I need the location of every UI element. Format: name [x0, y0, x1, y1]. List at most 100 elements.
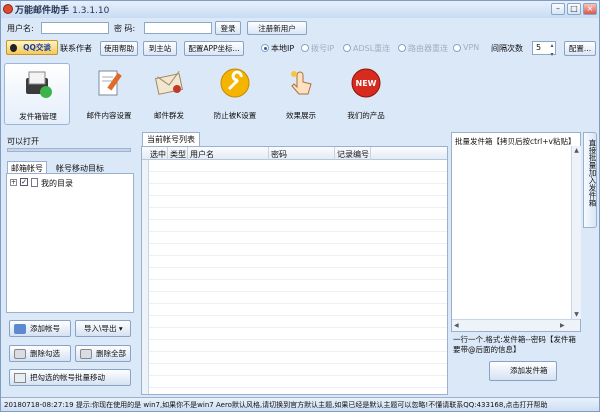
password-input[interactable] [144, 22, 212, 34]
radio-dialup-ip-label: 拨号IP [311, 44, 335, 53]
progress-bar [7, 148, 131, 152]
radio-local-ip-label: 本地IP [271, 44, 295, 53]
batch-move-button[interactable]: 把勾选的帐号批量移动 [9, 369, 131, 386]
move-icon [14, 373, 26, 383]
radio-router[interactable] [398, 44, 406, 52]
add-outbox-button[interactable]: 添加发件箱 [489, 361, 557, 381]
module-label: 我们的产品 [347, 111, 385, 120]
config-app-button[interactable]: 配置APP坐标... [184, 41, 244, 56]
spinner-arrows-icon[interactable]: ▴ ▾ [548, 41, 556, 59]
side-tab-direct-add[interactable]: 直接批量加入发件箱 [583, 132, 597, 228]
module-our-products[interactable]: NEW 我们的产品 [333, 63, 399, 125]
username-label: 用户名: [7, 24, 34, 33]
grid-rows-area [149, 160, 447, 394]
new-badge-icon: NEW [351, 68, 381, 98]
radio-vpn-label: VPN [463, 43, 480, 52]
mailbox-icon [26, 71, 52, 98]
outbox-format-hint: 一行一个.格式:发件箱--密码【发件箱要带@后面的信息】 [453, 335, 576, 354]
radio-local-ip[interactable] [261, 44, 269, 52]
main-window: 万能邮件助手 1.3.1.10 – □ × 用户名: 密 码: 登录 注册新用户… [0, 0, 600, 412]
batch-outbox-header: 批量发件箱【拷贝后按ctrl+v粘贴】 [455, 137, 576, 146]
window-title: 万能邮件助手 1.3.1.10 [15, 3, 109, 16]
eraser-icon [14, 349, 26, 359]
svg-text:NEW: NEW [356, 79, 377, 88]
module-mail-content[interactable]: 邮件内容设置 [76, 63, 142, 125]
tab-current-accounts[interactable]: 当前帐号列表 [142, 132, 200, 146]
pointer-hand-icon [291, 71, 312, 95]
help-button[interactable]: 使用帮助 [100, 41, 138, 56]
add-account-button[interactable]: 添加帐号 [9, 320, 71, 337]
delete-checked-button[interactable]: 删除勾选 [9, 345, 71, 362]
qq-chat-button[interactable]: QQ交谈 [6, 40, 58, 55]
login-button[interactable]: 登录 [215, 21, 241, 35]
module-mailbox-manage[interactable]: 发件箱管理 [4, 63, 70, 125]
radio-vpn[interactable] [453, 44, 461, 52]
vertical-scrollbar[interactable]: ▲ ▼ [571, 146, 581, 319]
eraser-icon [80, 349, 92, 359]
radio-adsl-label: ADSL重连 [353, 44, 391, 53]
radio-adsl[interactable] [343, 44, 351, 52]
app-name: 万能邮件助手 [15, 6, 70, 16]
app-version: 1.3.1.10 [72, 6, 110, 16]
expand-icon[interactable]: + [10, 179, 17, 186]
interval-label: 间隔次数 [491, 44, 523, 53]
column-divider [187, 147, 188, 160]
batch-outbox-panel: 批量发件箱【拷贝后按ctrl+v粘贴】 ▲ ▼ ◀ ▶ [451, 132, 581, 332]
batch-move-label: 把勾选的帐号批量移动 [30, 373, 105, 382]
can-open-label: 可以打开 [7, 137, 39, 146]
minimize-button[interactable]: – [551, 3, 565, 15]
title-bar: 万能邮件助手 1.3.1.10 – □ × [1, 1, 599, 18]
delete-checked-label: 删除勾选 [30, 349, 60, 358]
module-label: 防止被K设置 [213, 111, 257, 120]
radio-dialup-ip[interactable] [301, 44, 309, 52]
side-tab-label: 直接批量加入发件箱 [588, 139, 597, 207]
add-outbox-label: 添加发件箱 [510, 366, 548, 375]
module-effect-show[interactable]: 效果展示 [268, 63, 334, 125]
delete-all-button[interactable]: 删除全部 [75, 345, 131, 362]
status-text[interactable]: 20180718-08:27:19 提示:你现在使用的是 win7,如果你不是w… [4, 400, 594, 410]
app-icon [3, 4, 13, 14]
maximize-button[interactable]: □ [567, 3, 581, 15]
main-site-button[interactable]: 到主站 [143, 41, 177, 56]
envelope-icon [155, 70, 183, 95]
column-selected[interactable]: 选中 [150, 149, 166, 160]
scroll-up-icon[interactable]: ▲ [572, 146, 581, 155]
contact-author-link[interactable]: 联系作者 [60, 43, 92, 54]
tree-item-my-directory[interactable]: 我的目录 [41, 178, 73, 189]
column-type[interactable]: 类型 [170, 149, 186, 160]
column-divider [268, 147, 269, 160]
column-divider [334, 147, 335, 160]
module-label: 邮件内容设置 [86, 111, 132, 120]
column-password[interactable]: 密码 [271, 149, 287, 160]
scroll-left-icon[interactable]: ◀ [454, 321, 459, 330]
module-anti-block[interactable]: 防止被K设置 [202, 63, 268, 125]
radio-router-label: 路由器重连 [408, 44, 448, 53]
qq-chat-label: QQ交谈 [23, 43, 51, 52]
column-divider [167, 147, 168, 160]
account-list-grid: 选中 类型 用户名 密码 记录编号 [141, 146, 448, 395]
password-label: 密 码: [114, 24, 136, 33]
wrench-icon [220, 68, 250, 98]
scroll-down-icon[interactable]: ▼ [572, 310, 581, 319]
column-divider [370, 147, 371, 160]
column-username[interactable]: 用户名 [190, 149, 214, 160]
import-export-button[interactable]: 导入\导出 ▾ [75, 320, 131, 337]
register-button[interactable]: 注册新用户 [247, 21, 307, 35]
tree-checkbox[interactable]: ✓ [20, 178, 28, 186]
horizontal-scrollbar[interactable]: ◀ ▶ [452, 319, 580, 331]
document-pencil-icon [98, 70, 122, 96]
config-button[interactable]: 配置... [564, 41, 596, 56]
module-label: 效果展示 [286, 111, 316, 120]
delete-all-label: 删除全部 [96, 349, 126, 358]
username-input[interactable] [41, 22, 109, 34]
scroll-right-icon[interactable]: ▶ [560, 321, 565, 330]
document-icon [31, 178, 38, 187]
dropdown-arrow-icon: ▾ [118, 324, 123, 333]
module-mass-send[interactable]: 邮件群发 [136, 63, 202, 125]
status-bar: 20180718-08:27:19 提示:你现在使用的是 win7,如果你不是w… [1, 397, 599, 411]
column-record-id[interactable]: 记录编号 [337, 149, 369, 160]
add-icon [494, 366, 506, 376]
left-button-area: 添加帐号 导入\导出 ▾ 删除勾选 删除全部 把勾选的帐号批量移动 [6, 315, 134, 397]
module-label: 邮件群发 [154, 111, 184, 120]
close-button[interactable]: × [583, 3, 597, 15]
